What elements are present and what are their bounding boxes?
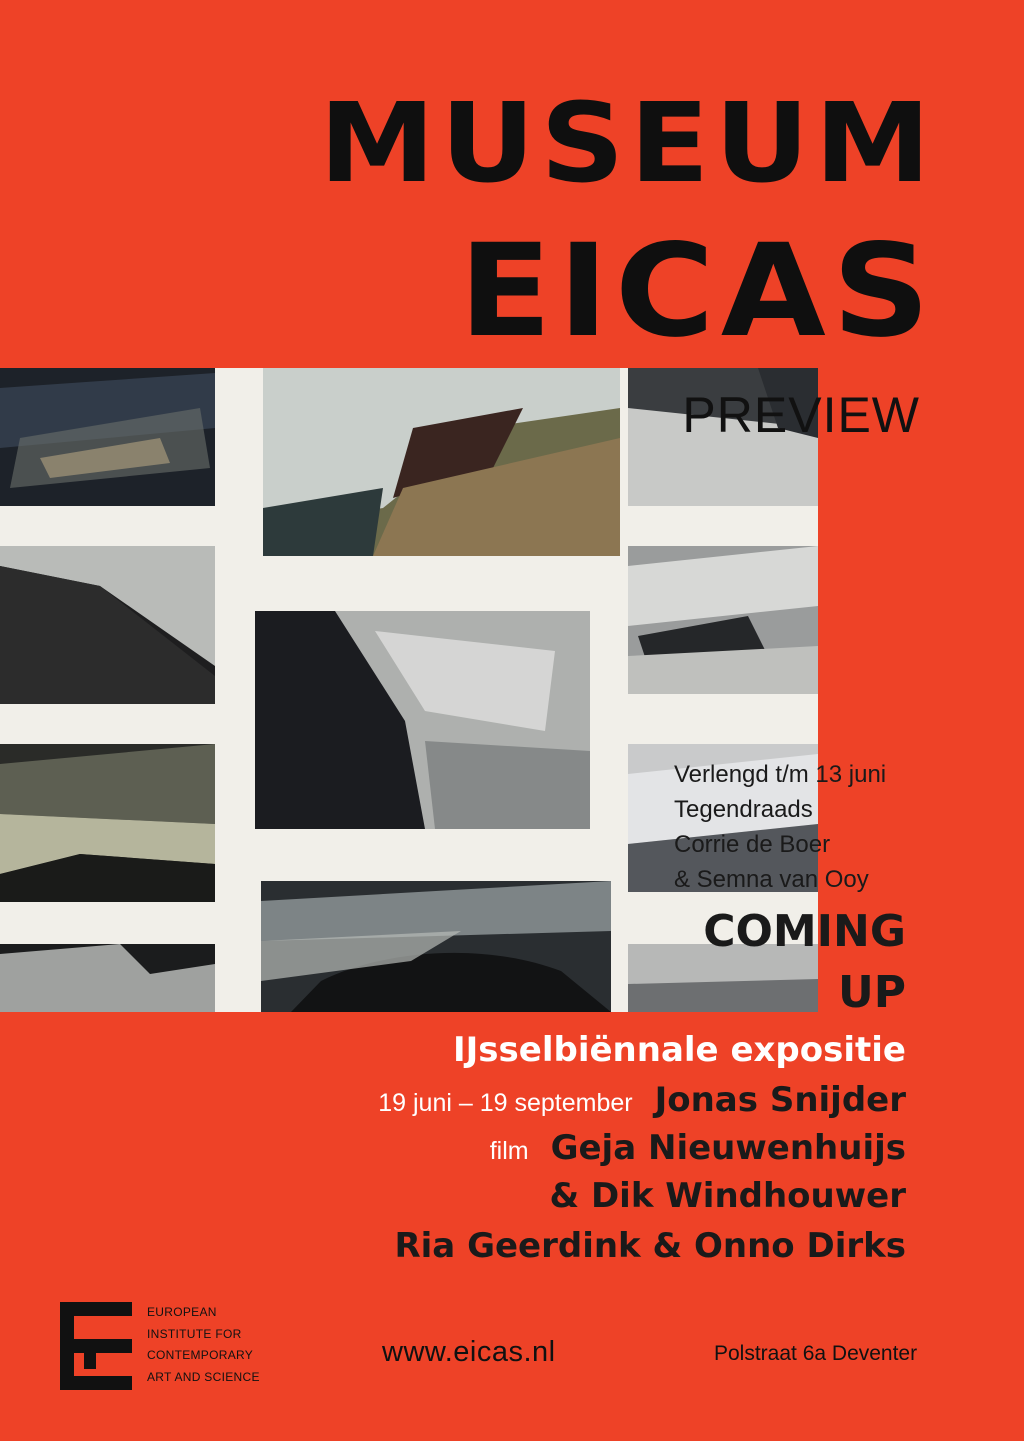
exhibition-title: Tegendraads [674,796,813,823]
artwork-tile [0,744,215,902]
address: Polstraat 6a Deventer [714,1342,918,1365]
artwork-tile [0,546,215,704]
artwork-tile [261,881,611,1012]
artist-name: Ria Geerdink & Onno Dirks [394,1226,906,1266]
film-label: film [489,1137,529,1165]
artwork-tile [0,368,215,506]
artist-name: Jonas Snijder [654,1080,906,1120]
coming-up-heading: UP [838,967,906,1018]
artist-pair-row: Ria Geerdink & Onno Dirks [394,1226,906,1266]
artist-name: & Dik Windhouwer [549,1176,906,1216]
current-exhibition-info: Verlengd t/m 13 juni Tegendraads Corrie … [674,757,886,897]
org-line: INSTITUTE FOR [147,1326,242,1341]
subtitle-preview: PREVIEW [682,387,920,443]
film-row: film Geja Nieuwenhuijs [490,1128,906,1168]
artwork-tile [628,546,818,694]
organization-name: EUROPEAN INSTITUTE FOR CONTEMPORARY ART … [147,1302,260,1388]
coming-up-heading: COMING [703,906,906,957]
artwork-grid [0,368,818,1012]
artwork-tile [0,944,215,1012]
event-title-row: IJsselbiënnale expositie [453,1030,906,1070]
eicas-logo-icon [60,1302,132,1390]
website-link[interactable]: www.eicas.nl [382,1336,556,1369]
event-dates: 19 juni – 19 september [378,1089,633,1117]
title-museum: MUSEUM [319,79,936,207]
artist-name: & Semna van Ooy [674,866,869,893]
extension-notice: Verlengd t/m 13 juni [674,761,887,788]
film-row-continued: & Dik Windhouwer [549,1176,906,1216]
org-line: ART AND SCIENCE [147,1369,260,1384]
title-eicas: EICAS [458,217,936,366]
org-line: EUROPEAN [147,1305,217,1319]
artwork-tile [263,368,620,556]
event-dates-row: 19 juni – 19 september Jonas Snijder [378,1080,906,1120]
org-line: CONTEMPORARY [147,1348,254,1362]
poster: MUSEUM EICAS PREVIEW Verlengd t/m 13 jun… [0,0,1024,1441]
artist-name: Corrie de Boer [674,831,831,858]
artist-name: Geja Nieuwenhuijs [550,1128,906,1168]
event-title: IJsselbiënnale expositie [453,1030,906,1070]
artwork-tile [255,611,590,829]
